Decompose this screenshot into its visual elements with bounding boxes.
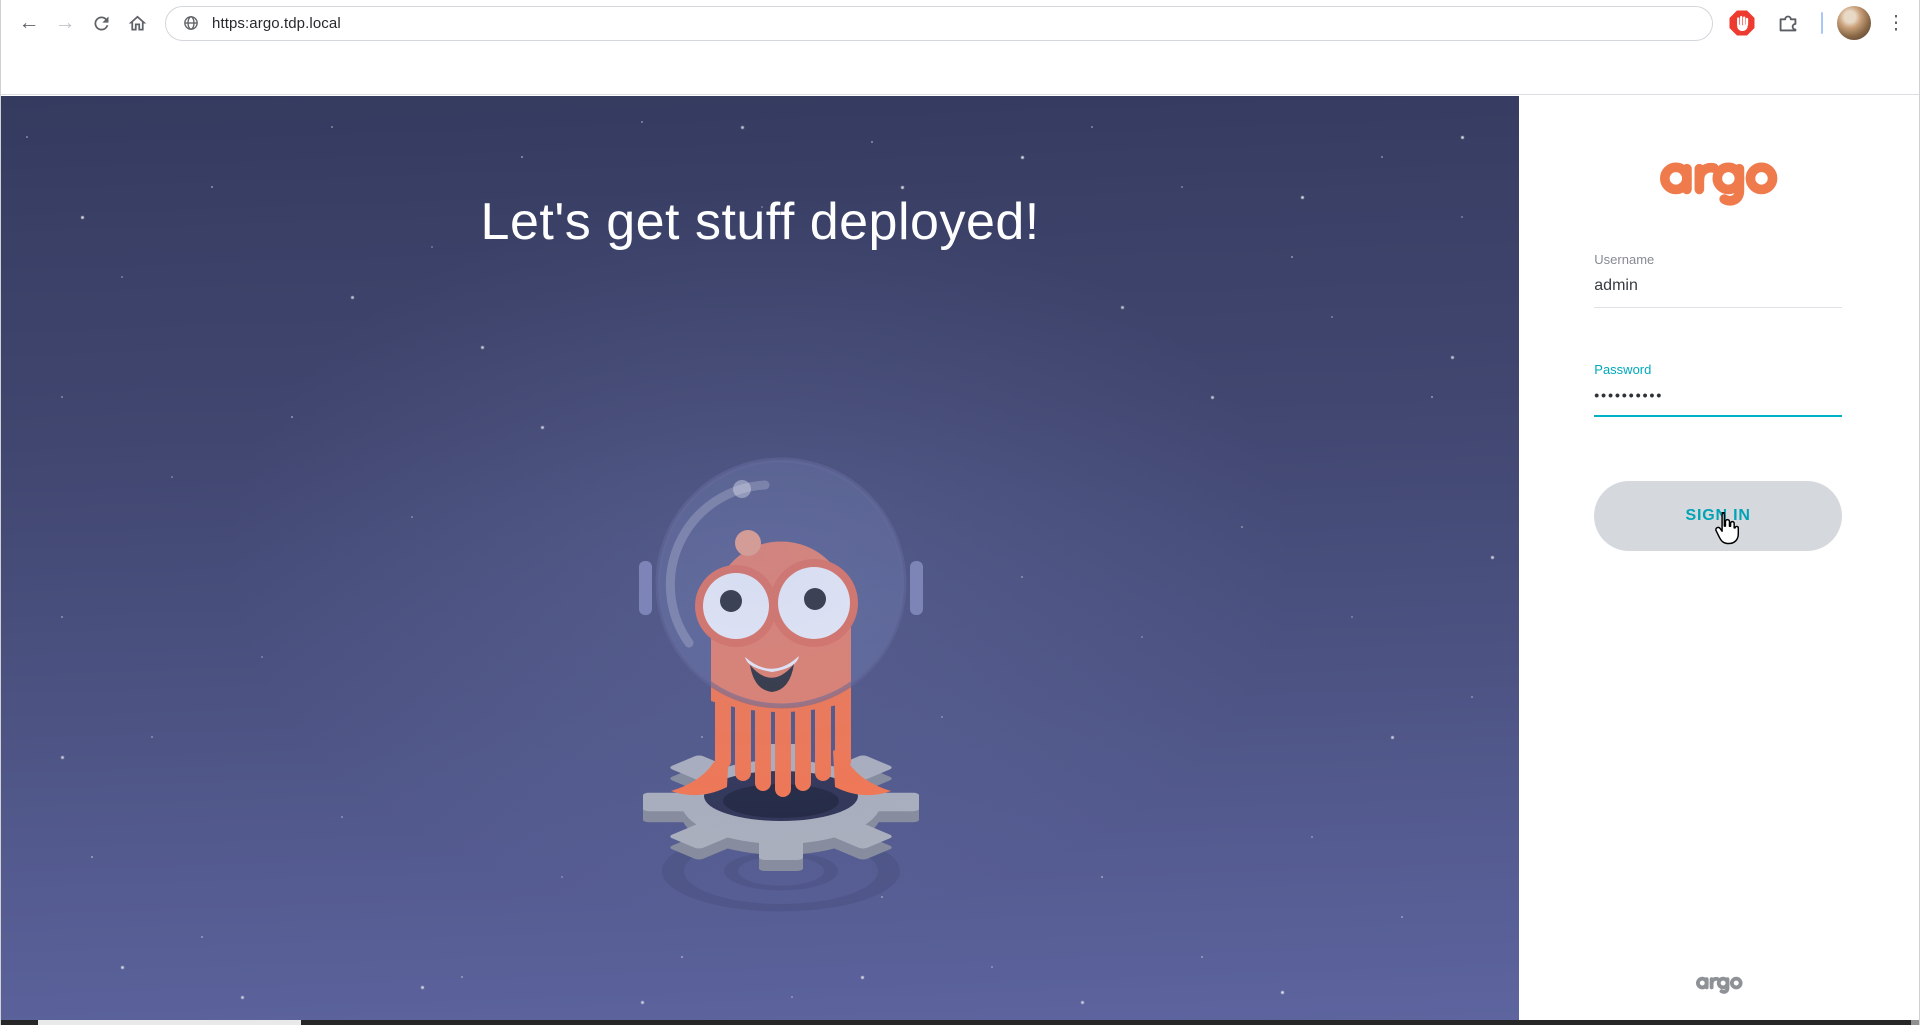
password-input[interactable] bbox=[1594, 385, 1842, 417]
starfield-dim bbox=[1, 96, 3, 98]
hero-panel: Let's get stuff deployed! bbox=[1, 96, 1519, 1020]
page-content: Let's get stuff deployed! bbox=[1, 96, 1919, 1020]
home-button[interactable] bbox=[119, 5, 155, 41]
argo-logo bbox=[1653, 148, 1783, 206]
reload-button[interactable] bbox=[83, 5, 119, 41]
back-button[interactable]: ← bbox=[11, 5, 47, 41]
reload-icon bbox=[91, 13, 112, 34]
taskbar-edge bbox=[1, 1020, 1919, 1025]
argo-mascot-illustration bbox=[561, 355, 981, 921]
home-icon bbox=[127, 13, 148, 34]
password-field-group: Password bbox=[1594, 362, 1842, 417]
puzzle-piece-icon bbox=[1775, 10, 1801, 36]
taskbar-right-edge bbox=[1911, 1020, 1919, 1025]
argo-footer-logo bbox=[1694, 971, 1744, 994]
globe-icon bbox=[182, 14, 200, 32]
address-bar[interactable]: https:argo.tdp.local bbox=[165, 6, 1713, 41]
footer-brand bbox=[1519, 971, 1919, 994]
username-label: Username bbox=[1594, 252, 1842, 267]
profile-avatar[interactable] bbox=[1837, 6, 1871, 40]
forward-button[interactable]: → bbox=[47, 5, 83, 41]
taskbar-active-app-edge bbox=[38, 1020, 301, 1025]
browser-menu-button[interactable]: ⋮ bbox=[1883, 6, 1909, 40]
password-label: Password bbox=[1594, 362, 1842, 377]
extensions-button[interactable] bbox=[1773, 8, 1803, 38]
browser-toolbar: ← → https:argo.tdp.local bbox=[1, 0, 1919, 46]
url-text: https:argo.tdp.local bbox=[212, 15, 341, 32]
adblock-shield-hand-icon bbox=[1728, 9, 1756, 37]
browser-chrome: ← → https:argo.tdp.local bbox=[1, 0, 1919, 95]
username-field-group: Username bbox=[1594, 252, 1842, 308]
starfield-bright bbox=[1, 96, 4, 99]
username-input[interactable] bbox=[1594, 275, 1842, 308]
hero-headline: Let's get stuff deployed! bbox=[1, 192, 1519, 252]
adblock-extension-button[interactable] bbox=[1727, 8, 1757, 38]
login-panel: Username Password SIGN IN bbox=[1519, 96, 1919, 1020]
sign-in-button[interactable]: SIGN IN bbox=[1594, 481, 1842, 551]
browser-window: ← → https:argo.tdp.local bbox=[0, 0, 1920, 1025]
profile-divider bbox=[1821, 12, 1823, 34]
